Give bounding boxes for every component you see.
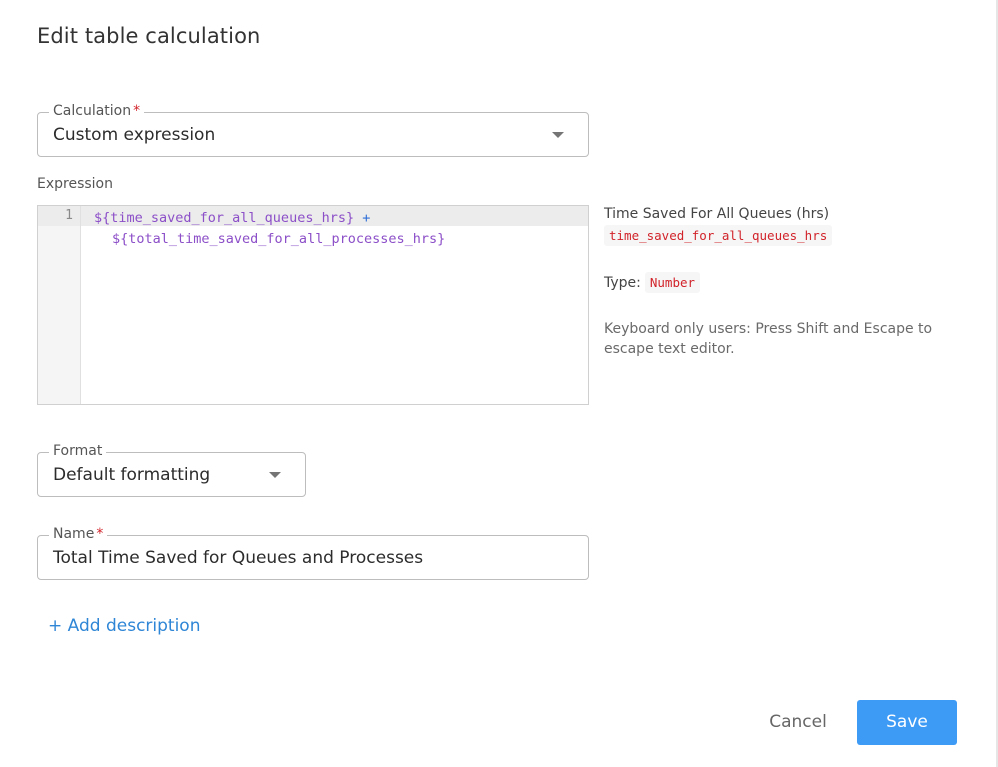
expression-editor[interactable]: 1 ${time_saved_for_all_queues_hrs} + ${t… (37, 205, 589, 405)
chevron-down-icon (552, 132, 564, 138)
field-name-chip: time_saved_for_all_queues_hrs (604, 225, 833, 246)
save-button[interactable]: Save (857, 700, 957, 745)
calculation-label-text: Calculation (53, 103, 132, 119)
format-select[interactable]: Format Default formatting (37, 443, 306, 497)
field-type-row: Type: Number (604, 272, 954, 293)
format-label-text: Format (53, 443, 103, 459)
type-value-chip: Number (644, 272, 701, 293)
line-number: 1 (65, 208, 73, 223)
calculation-label: Calculation * (49, 103, 145, 119)
name-label: Name * (49, 526, 108, 542)
add-description-link[interactable]: + Add description (48, 616, 201, 636)
calculation-select[interactable]: Calculation * Custom expression (37, 103, 589, 157)
keyboard-note: Keyboard only users: Press Shift and Esc… (604, 321, 933, 357)
code-operator: + (362, 210, 371, 226)
chevron-down-icon (269, 472, 281, 478)
code-variable: ${total_time_saved_for_all_processes_hrs… (112, 231, 446, 247)
name-label-text: Name (53, 526, 95, 542)
name-input[interactable]: Name * Total Time Saved for Queues and Pr… (37, 526, 589, 580)
format-label: Format (49, 443, 107, 459)
field-info-panel: Time Saved For All Queues (hrs) time_sav… (604, 205, 954, 359)
edit-table-calculation-dialog: Edit table calculation Calculation * Cust… (0, 0, 998, 767)
expression-code[interactable]: ${time_saved_for_all_queues_hrs} + ${tot… (94, 208, 445, 250)
field-info-title: Time Saved For All Queues (hrs) (604, 206, 830, 222)
expression-label: Expression (37, 176, 113, 192)
dialog-title: Edit table calculation (37, 24, 261, 48)
calculation-value: Custom expression (53, 125, 216, 145)
code-variable: ${time_saved_for_all_queues_hrs} (94, 210, 355, 226)
cancel-button[interactable]: Cancel (758, 700, 838, 745)
required-mark: * (96, 526, 104, 542)
editor-gutter: 1 (38, 206, 81, 404)
type-label: Type: (604, 275, 641, 291)
name-value[interactable]: Total Time Saved for Queues and Processe… (53, 548, 423, 568)
format-value: Default formatting (53, 465, 211, 485)
required-mark: * (133, 103, 141, 119)
